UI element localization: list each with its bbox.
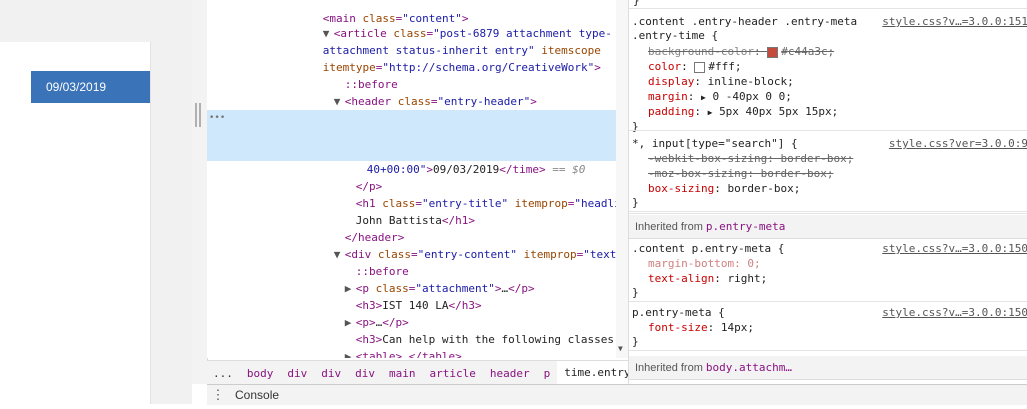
decl-background-color[interactable]: background-color: #c44a3c; bbox=[648, 45, 834, 59]
rule-selector[interactable]: .content .entry-header .entry-meta bbox=[632, 15, 857, 29]
color-swatch-icon[interactable] bbox=[767, 46, 779, 58]
dom-node-before[interactable]: ::before bbox=[207, 59, 617, 91]
dom-node-article-cont: attachment status-inherit entry" itemsco… bbox=[322, 44, 601, 57]
dom-node-p-close[interactable]: </p> bbox=[207, 161, 617, 193]
elements-tree[interactable]: <main class="content"> ▼ <article class="… bbox=[207, 0, 617, 358]
dom-node-h1[interactable]: <h1 class="entry-title" itemprop="headli… bbox=[207, 178, 617, 210]
decl-padding[interactable]: padding: ▶ 5px 40px 5px 15px; bbox=[648, 105, 838, 120]
entry-time-date[interactable]: 09/03/2019 bbox=[31, 71, 150, 103]
breadcrumb-header[interactable]: header bbox=[483, 367, 537, 380]
resize-grip-icon[interactable] bbox=[195, 103, 201, 127]
drawer-menu-icon[interactable]: ⋮ bbox=[207, 388, 229, 403]
entry-time-label: 09/03/2019 bbox=[46, 80, 107, 94]
expand-arrow-icon[interactable]: ▶ bbox=[701, 93, 706, 102]
dom-node-p-collapsed[interactable]: ▶ <p>…</p> bbox=[207, 297, 617, 329]
breadcrumb-main[interactable]: main bbox=[382, 367, 423, 380]
decl-color[interactable]: color: #fff; bbox=[648, 60, 742, 74]
dom-node-h3-ist[interactable]: <h3>IST 140 LA</h3> bbox=[207, 280, 617, 312]
rule-source-link[interactable]: style.css?ver=3.0.0:9 bbox=[889, 137, 1027, 151]
dom-node-time-selected[interactable]: <time class="entry-time" itemprop= bbox=[207, 110, 617, 142]
rule-selector[interactable]: p.entry-meta { bbox=[632, 306, 725, 320]
dom-node-entry-content[interactable]: ▼ <div class="entry-content" itemprop="te… bbox=[207, 229, 617, 261]
style-rule-p-entry-meta[interactable]: p.entry-meta { style.css?v…=3.0.0:150 fo… bbox=[629, 302, 1027, 351]
expand-arrow-icon[interactable]: ▶ bbox=[708, 108, 713, 117]
page-preview: 09/03/2019 bbox=[0, 0, 192, 404]
dom-node-time-cont2[interactable]: 40+00:00">09/03/2019</time> == $0 bbox=[207, 144, 617, 176]
rule-close-brace: } bbox=[632, 335, 639, 348]
breadcrumb-article[interactable]: article bbox=[423, 367, 483, 380]
breadcrumb-div[interactable]: div bbox=[348, 367, 382, 380]
prev-rule-close: } bbox=[633, 0, 640, 7]
dom-node-h1-text: John Battista</h1> bbox=[355, 214, 475, 227]
inherited-prefix: Inherited from bbox=[635, 221, 706, 233]
devtools-panel: <main class="content"> ▼ <article class="… bbox=[192, 0, 1027, 405]
dom-node-article-cont2: itemtype="http://schema.org/CreativeWork… bbox=[322, 61, 601, 74]
rule-close-brace: } bbox=[632, 286, 639, 299]
breadcrumb-p[interactable]: p bbox=[537, 367, 558, 380]
scroll-down-arrow-icon[interactable]: ▼ bbox=[618, 344, 623, 353]
console-drawer-bar: ⋮ Console bbox=[207, 384, 1027, 405]
decl-margin[interactable]: margin: ▶ 0 -40px 0 0; bbox=[648, 90, 792, 105]
rule-close-brace: } bbox=[632, 196, 639, 209]
dom-node-header-close[interactable]: </header> bbox=[207, 212, 617, 244]
dom-node-after[interactable]: ::after bbox=[207, 348, 617, 358]
node-ellipsis-icon[interactable]: ••• bbox=[209, 110, 225, 127]
color-swatch-icon[interactable] bbox=[694, 61, 706, 73]
rule-source-link[interactable]: style.css?v…=3.0.0:150 bbox=[882, 306, 1027, 320]
inherited-prefix: Inherited from bbox=[635, 362, 706, 374]
inherited-header: Inherited from p.entry-meta bbox=[629, 215, 1027, 239]
rule-selector-cont[interactable]: .entry-time { bbox=[632, 29, 718, 43]
decl-display[interactable]: display: inline-block; bbox=[648, 75, 794, 89]
dom-node-article[interactable]: ▼ <article class="post-6879 attachment ty… bbox=[207, 8, 617, 40]
console-tab[interactable]: Console bbox=[229, 388, 279, 402]
dom-node-header[interactable]: ▼ <header class="entry-header"> bbox=[207, 76, 617, 108]
decl-font-size[interactable]: font-size: 14px; bbox=[648, 321, 754, 335]
breadcrumb-div[interactable]: div bbox=[280, 367, 314, 380]
rule-selector[interactable]: .content p.entry-meta { bbox=[632, 242, 784, 256]
rule-source-link[interactable]: style.css?v…=3.0.0:150 bbox=[882, 242, 1027, 256]
inherited-element-link[interactable]: p.entry-meta bbox=[706, 220, 785, 233]
breadcrumb: ... body div div div main article header… bbox=[207, 360, 645, 403]
dom-node-before-2[interactable]: ::before bbox=[207, 246, 617, 278]
dom-node-p-attachment[interactable]: ▶ <p class="attachment">…</p> bbox=[207, 263, 617, 295]
inherited-header: Inherited from body.attachm… bbox=[629, 356, 1027, 380]
panel-resizer[interactable] bbox=[192, 0, 208, 384]
breadcrumb-body[interactable]: body bbox=[240, 367, 281, 380]
dom-node-table[interactable]: ▶ <table>…</table> bbox=[207, 331, 617, 358]
elements-scrollbar[interactable]: ▼ bbox=[616, 0, 628, 358]
dom-node-time-cont[interactable]: "datePublished" datetime="2019-09-03T14:… bbox=[207, 127, 617, 159]
decl-webkit-box-sizing[interactable]: -webkit-box-sizing: border-box; bbox=[648, 152, 853, 166]
decl-margin-bottom[interactable]: margin-bottom: 0; bbox=[648, 257, 761, 271]
styles-pane: } .content .entry-header .entry-meta sty… bbox=[628, 0, 1027, 384]
style-rule-content-entry-meta[interactable]: .content p.entry-meta { style.css?v…=3.0… bbox=[629, 239, 1027, 302]
breadcrumb-div[interactable]: div bbox=[314, 367, 348, 380]
decl-text-align[interactable]: text-align: right; bbox=[648, 272, 767, 286]
decl-box-sizing[interactable]: box-sizing: border-box; bbox=[648, 182, 800, 196]
inherited-element-link[interactable]: body.attachm… bbox=[706, 361, 792, 374]
breadcrumb-more[interactable]: ... bbox=[207, 367, 240, 380]
rule-selector[interactable]: *, input[type="search"] { bbox=[632, 137, 798, 151]
decl-moz-box-sizing[interactable]: -moz-box-sizing: border-box; bbox=[648, 167, 833, 181]
dom-node-p-entry-meta[interactable]: ▼<p class="entry-meta"> bbox=[207, 93, 617, 125]
rule-source-link[interactable]: style.css?v…=3.0.0:151 bbox=[882, 15, 1027, 29]
dom-node-h3-classes[interactable]: <h3>Can help with the following classes:… bbox=[207, 314, 617, 346]
style-rule-universal[interactable]: *, input[type="search"] { style.css?ver=… bbox=[629, 130, 1027, 214]
